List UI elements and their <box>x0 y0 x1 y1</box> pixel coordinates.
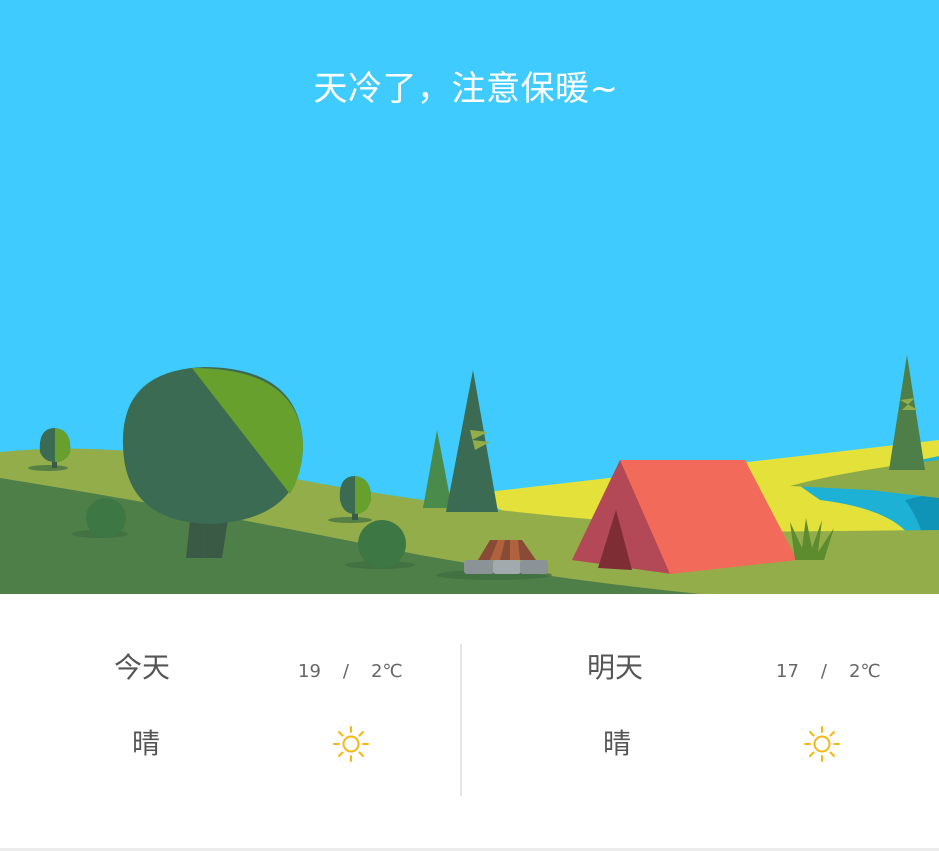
today-label: 今天 <box>114 651 171 684</box>
temp-separator: / <box>342 661 349 682</box>
tomorrow-low-temp: 2℃ <box>848 661 881 682</box>
forecast-tomorrow: 明天 17 / 2℃ 晴 <box>470 594 939 849</box>
today-low-temp: 2℃ <box>370 661 403 682</box>
tomorrow-label: 明天 <box>587 651 644 684</box>
sun-icon <box>333 726 369 762</box>
today-temperature-range: 19 / 2℃ <box>298 660 403 684</box>
forecast-today: 今天 19 / 2℃ 晴 <box>0 594 470 849</box>
tomorrow-high-temp: 17 <box>776 661 799 682</box>
today-condition: 晴 <box>132 727 161 760</box>
temp-separator: / <box>820 661 827 682</box>
weather-tip-title: 天冷了，注意保暖~ <box>313 69 619 109</box>
forecast-panel: 今天 19 / 2℃ 晴 明天 17 / 2℃ 晴 <box>0 594 939 849</box>
weather-page: 天冷了，注意保暖~ 今天 19 / 2℃ 晴 明天 17 / 2℃ 晴 <box>0 0 939 851</box>
tomorrow-condition: 晴 <box>603 727 632 760</box>
today-high-temp: 19 <box>298 661 321 682</box>
sun-icon <box>804 726 840 762</box>
forecast-divider <box>460 644 462 796</box>
tomorrow-temperature-range: 17 / 2℃ <box>776 660 881 684</box>
weather-hero-banner: 天冷了，注意保暖~ <box>0 0 939 594</box>
